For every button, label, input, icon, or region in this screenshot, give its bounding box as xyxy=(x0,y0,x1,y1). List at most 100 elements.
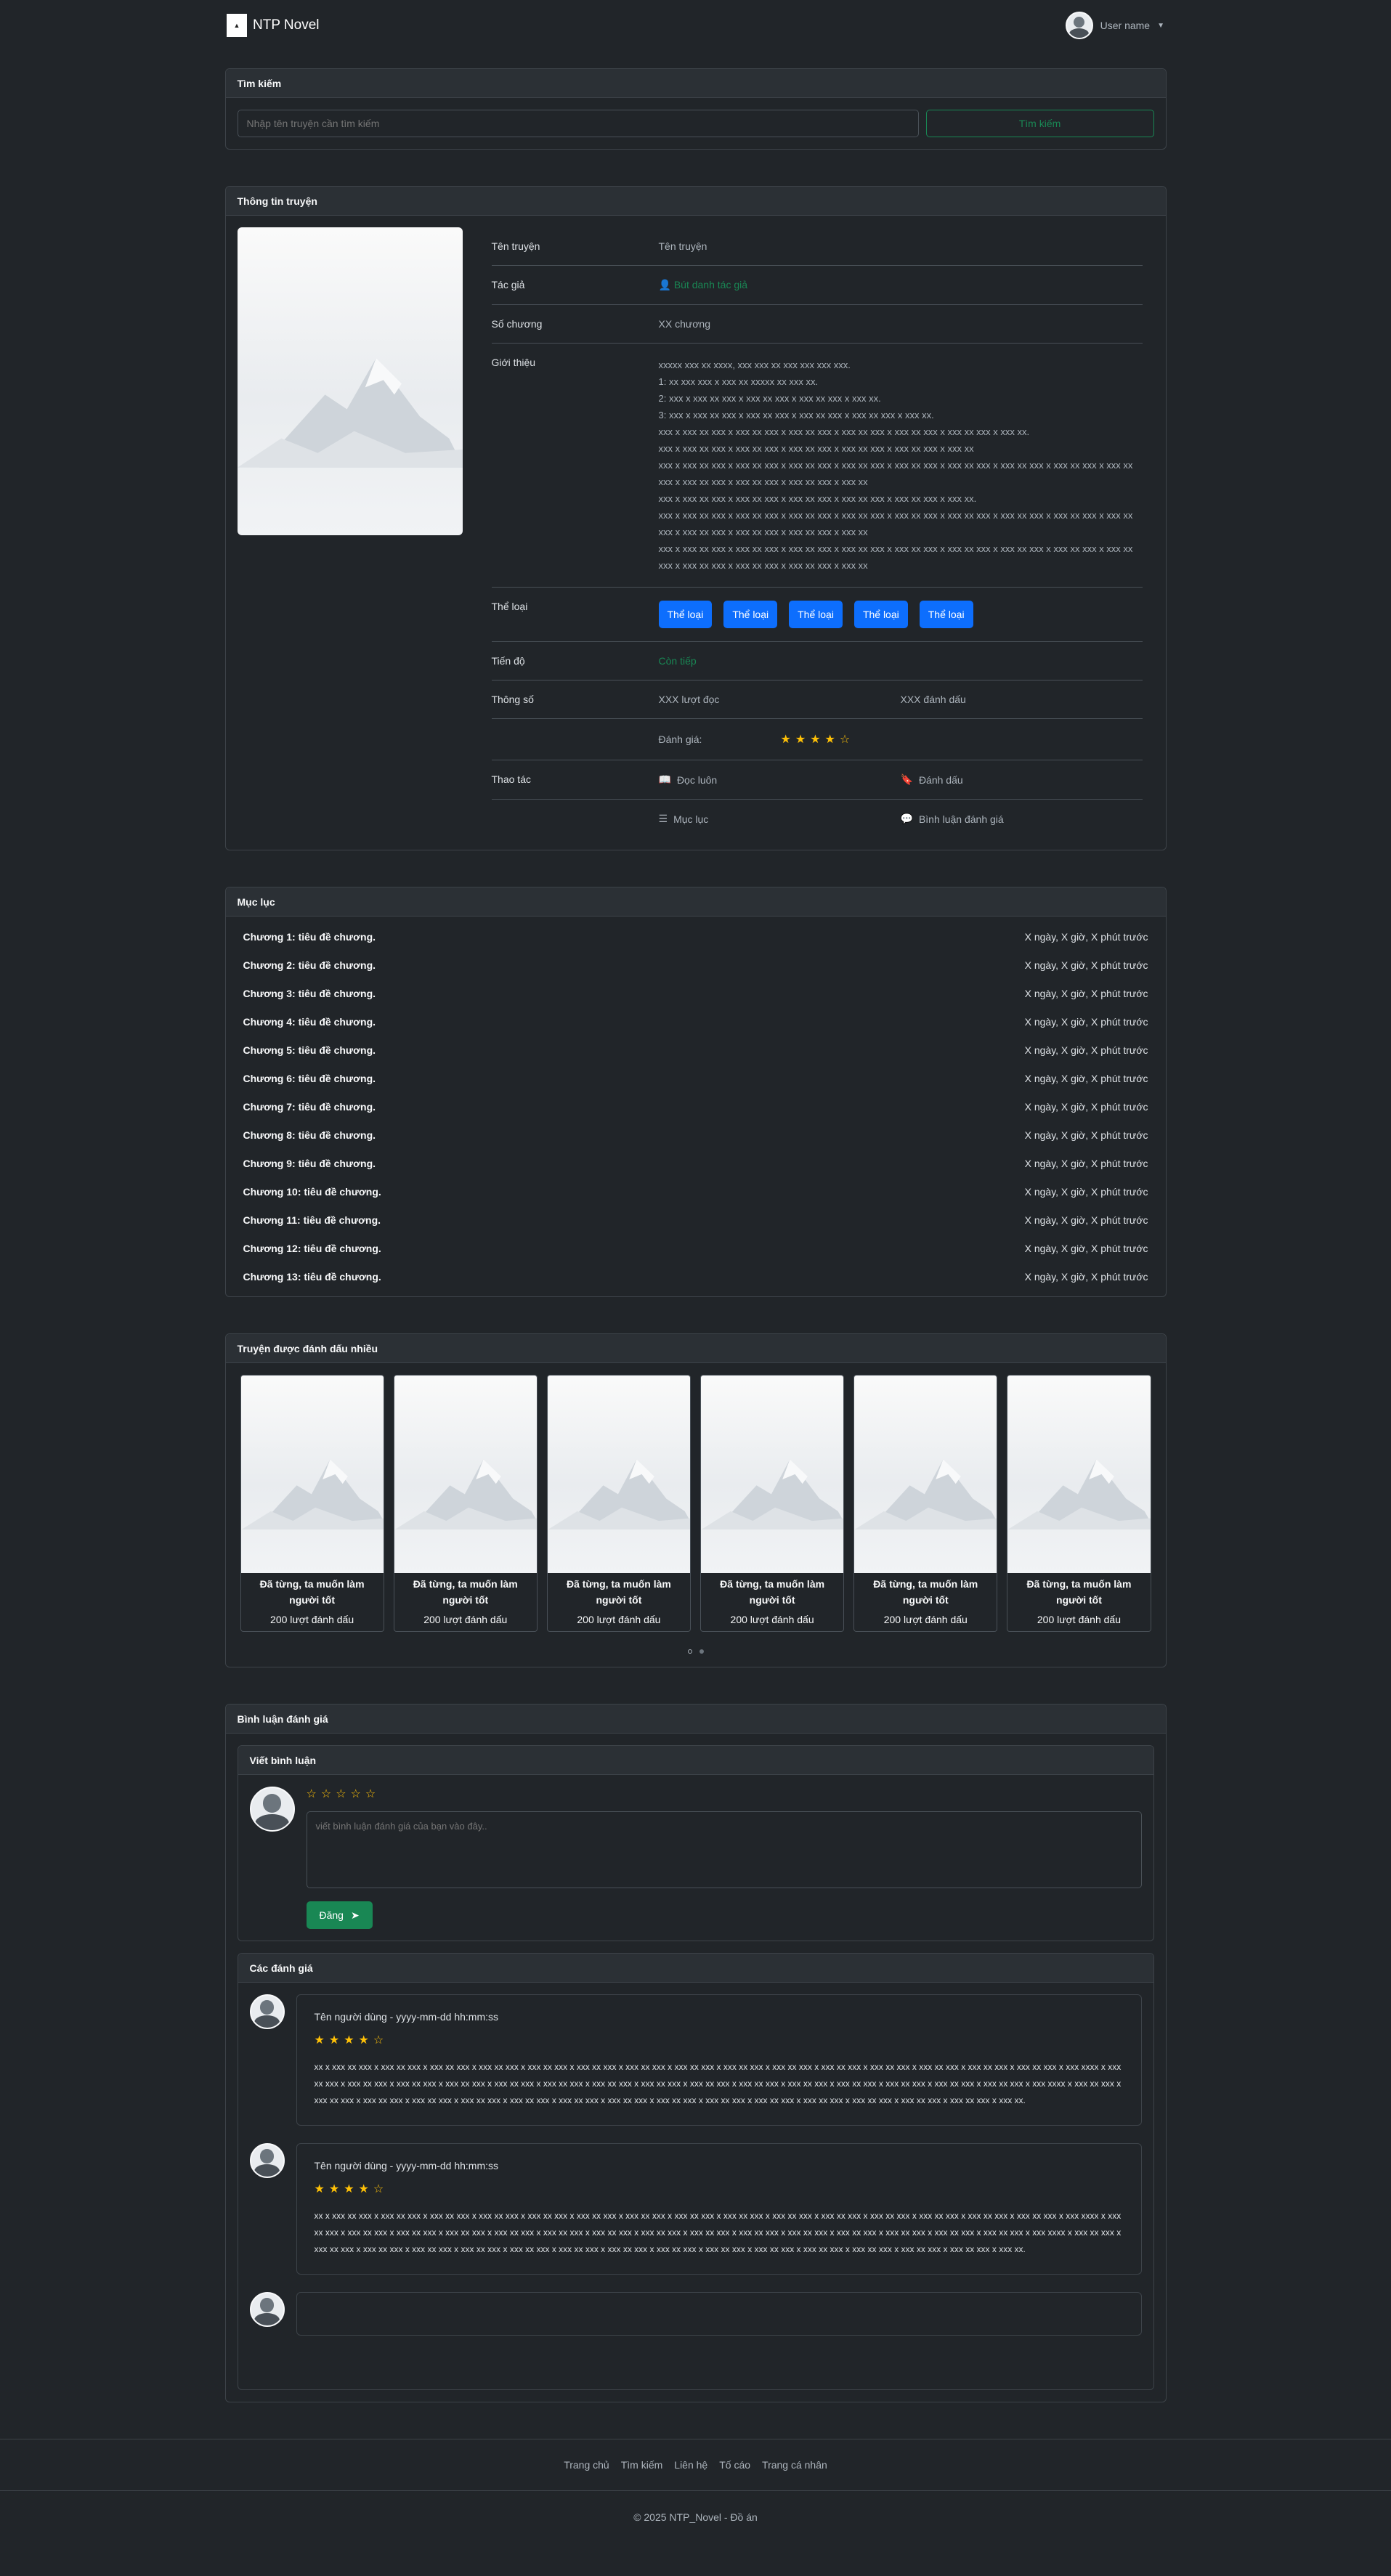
toc-button[interactable]: ☰ Mục lục xyxy=(659,813,901,825)
review-meta: Tên người dùng - yyyy-mm-dd hh:mm:ss xyxy=(314,2160,499,2171)
chapter-row[interactable]: Chương 10: tiêu đề chương. X ngày, X giờ,… xyxy=(238,1177,1154,1206)
search-card-title: Tìm kiếm xyxy=(225,69,1166,98)
comment-textarea[interactable] xyxy=(306,1811,1142,1888)
chapter-row[interactable]: Chương 6: tiêu đề chương. X ngày, X giờ, … xyxy=(238,1064,1154,1092)
search-button[interactable]: Tìm kiếm xyxy=(925,110,1154,137)
popular-story-card[interactable]: Đã từng, ta muốn làm người tốt 200 lượt … xyxy=(240,1375,384,1632)
author-link[interactable]: 👤 Bút danh tác giả xyxy=(659,279,1143,291)
chapter-row[interactable]: Chương 2: tiêu đề chương. X ngày, X giờ, … xyxy=(238,951,1154,979)
rating-input-stars[interactable]: ☆☆☆☆☆ xyxy=(307,1787,1142,1801)
footer-link-contact[interactable]: Liên hệ xyxy=(674,2459,707,2471)
user-menu[interactable]: User name ▼ xyxy=(1065,12,1164,39)
label-name: Tên truyện xyxy=(491,240,540,252)
post-comment-button[interactable]: Đăng ➤ xyxy=(306,1901,373,1929)
mountain-icon xyxy=(240,1459,384,1530)
intro-line: xxx x xxx xx xxx x xxx xx xxx x xxx xx x… xyxy=(658,426,1030,437)
reviews-card: Các đánh giá Tên người dùng - yyyy-mm-dd… xyxy=(237,1953,1154,2390)
comments-card: Bình luận đánh giá Viết bình luận ☆☆☆☆☆ … xyxy=(224,1704,1167,2402)
intro-line: xxx x xxx xx xxx x xxx xx xxx x xxx xx x… xyxy=(658,460,1133,487)
search-card: Tìm kiếm Tìm kiếm xyxy=(224,68,1167,150)
user-icon: 👤 xyxy=(658,279,671,290)
popular-story-count: 200 lượt đánh dấu xyxy=(577,1614,661,1625)
chapter-title: Chương 3: tiêu đề chương. xyxy=(243,987,376,999)
footer-link-profile[interactable]: Trang cá nhân xyxy=(762,2459,827,2471)
chapter-row[interactable]: Chương 5: tiêu đề chương. X ngày, X giờ, … xyxy=(238,1036,1154,1064)
chapter-row[interactable]: Chương 7: tiêu đề chương. X ngày, X giờ, … xyxy=(238,1092,1154,1121)
review-item: Tên người dùng - yyyy-mm-dd hh:mm:ss ★★★… xyxy=(249,2143,1142,2275)
popular-story-card[interactable]: Đã từng, ta muốn làm người tốt 200 lượt … xyxy=(853,1375,998,1632)
chapter-title: Chương 10: tiêu đề chương. xyxy=(243,1185,381,1198)
write-comment-card: Viết bình luận ☆☆☆☆☆ Đăng ➤ xyxy=(237,1745,1154,1941)
footer-link-home[interactable]: Trang chủ xyxy=(564,2459,609,2471)
intro-line: xxx x xxx xx xxx x xxx xx xxx x xxx xx x… xyxy=(658,443,974,454)
reviews-list[interactable]: Tên người dùng - yyyy-mm-dd hh:mm:ss ★★★… xyxy=(238,1983,1153,2389)
footer-link-report[interactable]: Tố cáo xyxy=(719,2459,750,2471)
carousel-dot[interactable] xyxy=(699,1649,704,1654)
chapter-title: Chương 1: tiêu đề chương. xyxy=(243,930,376,943)
chapter-row[interactable]: Chương 12: tiêu đề chương. X ngày, X giờ,… xyxy=(238,1234,1154,1262)
search-input[interactable] xyxy=(237,110,919,137)
review-stars: ★★★★☆ xyxy=(314,2183,389,2195)
toc-card: Mục lục Chương 1: tiêu đề chương. X ngày,… xyxy=(224,887,1167,1297)
genre-tag[interactable]: Thể loại xyxy=(789,601,843,628)
popular-story-title: Đã từng, ta muốn làm người tốt xyxy=(1026,1578,1132,1606)
chapter-time: X ngày, X giờ, X phút trước xyxy=(1024,1129,1148,1141)
chapter-row[interactable]: Chương 3: tiêu đề chương. X ngày, X giờ, … xyxy=(238,979,1154,1007)
popular-card: Truyện được đánh dấu nhiều Đã từng, ta m… xyxy=(224,1333,1167,1667)
footer-link-search[interactable]: Tìm kiếm xyxy=(621,2459,663,2471)
brand-logo: ▲ xyxy=(227,14,247,37)
chapter-title: Chương 11: tiêu đề chương. xyxy=(243,1214,381,1226)
popular-story-title: Đã từng, ta muốn làm người tốt xyxy=(566,1578,671,1606)
rating-label: Đánh giá: xyxy=(658,734,702,745)
bookmark-count: XXX đánh dấu xyxy=(900,694,966,705)
chapter-time: X ngày, X giờ, X phút trước xyxy=(1024,930,1148,943)
popular-story-title: Đã từng, ta muốn làm người tốt xyxy=(259,1578,365,1606)
genre-tag[interactable]: Thể loại xyxy=(658,601,713,628)
mountain-icon xyxy=(854,1459,997,1530)
popular-story-card[interactable]: Đã từng, ta muốn làm người tốt 200 lượt … xyxy=(700,1375,845,1632)
story-info-title: Thông tin truyện xyxy=(225,187,1166,216)
popular-story-title: Đã từng, ta muốn làm người tốt xyxy=(873,1578,978,1606)
chapter-title: Chương 12: tiêu đề chương. xyxy=(243,1242,381,1254)
chapter-count: XX chương xyxy=(658,318,710,330)
chapter-row[interactable]: Chương 11: tiêu đề chương. X ngày, X giờ,… xyxy=(238,1206,1154,1234)
bookmark-icon: 🔖 xyxy=(900,773,913,785)
comment-button[interactable]: 💬 Bình luận đánh giá xyxy=(901,813,1143,825)
genre-tag[interactable]: Thể loại xyxy=(723,601,778,628)
chapter-title: Chương 6: tiêu đề chương. xyxy=(243,1072,376,1084)
story-info-card: Thông tin truyện Tên truyện Tên truyện T… xyxy=(224,186,1167,850)
reviewer-avatar xyxy=(249,2292,285,2327)
post-button-label: Đăng xyxy=(319,1909,344,1921)
genre-tag[interactable]: Thể loại xyxy=(853,601,908,628)
chapter-time: X ngày, X giờ, X phút trước xyxy=(1024,1072,1148,1084)
review-text: xx x xxx xx xxx x xxx xx xxx x xxx xx xx… xyxy=(314,2211,1122,2254)
commenter-avatar xyxy=(249,1787,295,1832)
chapter-time: X ngày, X giờ, X phút trước xyxy=(1024,1270,1148,1283)
chapter-time: X ngày, X giờ, X phút trước xyxy=(1024,987,1148,999)
popular-story-card[interactable]: Đã từng, ta muốn làm người tốt 200 lượt … xyxy=(393,1375,538,1632)
review-text: xx x xxx xx xxx x xxx xx xxx x xxx xx xx… xyxy=(314,2062,1122,2105)
chapter-row[interactable]: Chương 4: tiêu đề chương. X ngày, X giờ, … xyxy=(238,1007,1154,1036)
chapter-row[interactable]: Chương 13: tiêu đề chương. X ngày, X giờ,… xyxy=(238,1262,1154,1291)
chapter-row[interactable]: Chương 1: tiêu đề chương. X ngày, X giờ, … xyxy=(238,922,1154,951)
carousel-dot[interactable] xyxy=(687,1649,692,1654)
popular-story-count: 200 lượt đánh dấu xyxy=(270,1614,354,1625)
read-now-button[interactable]: 📖 Đọc luôn xyxy=(659,773,901,786)
user-name: User name xyxy=(1100,20,1151,31)
chapter-row[interactable]: Chương 8: tiêu đề chương. X ngày, X giờ, … xyxy=(238,1121,1154,1149)
story-cover-image xyxy=(547,1376,691,1573)
genre-tag[interactable]: Thể loại xyxy=(919,601,973,628)
popular-story-card[interactable]: Đã từng, ta muốn làm người tốt 200 lượt … xyxy=(546,1375,692,1632)
chapter-row[interactable]: Chương 9: tiêu đề chương. X ngày, X giờ, … xyxy=(238,1149,1154,1177)
chapter-title: Chương 5: tiêu đề chương. xyxy=(243,1044,376,1056)
reviewer-avatar xyxy=(249,1994,285,2029)
popular-story-title: Đã từng, ta muốn làm người tốt xyxy=(413,1578,518,1606)
popular-story-card[interactable]: Đã từng, ta muốn làm người tốt 200 lượt … xyxy=(1007,1375,1151,1632)
chapter-title: Chương 2: tiêu đề chương. xyxy=(243,959,376,971)
chapter-time: X ngày, X giờ, X phút trước xyxy=(1024,959,1148,971)
footer-links: Trang chủ Tìm kiếm Liên hệ Tố cáo Trang … xyxy=(0,2439,1391,2491)
story-intro: xxxxx xxx xx xxxx, xxx xxx xx xxx xxx xx… xyxy=(659,357,1143,574)
bookmark-button[interactable]: 🔖 Đánh dấu xyxy=(901,773,1143,786)
brand[interactable]: ▲ NTP Novel xyxy=(227,14,320,37)
review-meta: Tên người dùng - yyyy-mm-dd hh:mm:ss xyxy=(314,2011,499,2023)
